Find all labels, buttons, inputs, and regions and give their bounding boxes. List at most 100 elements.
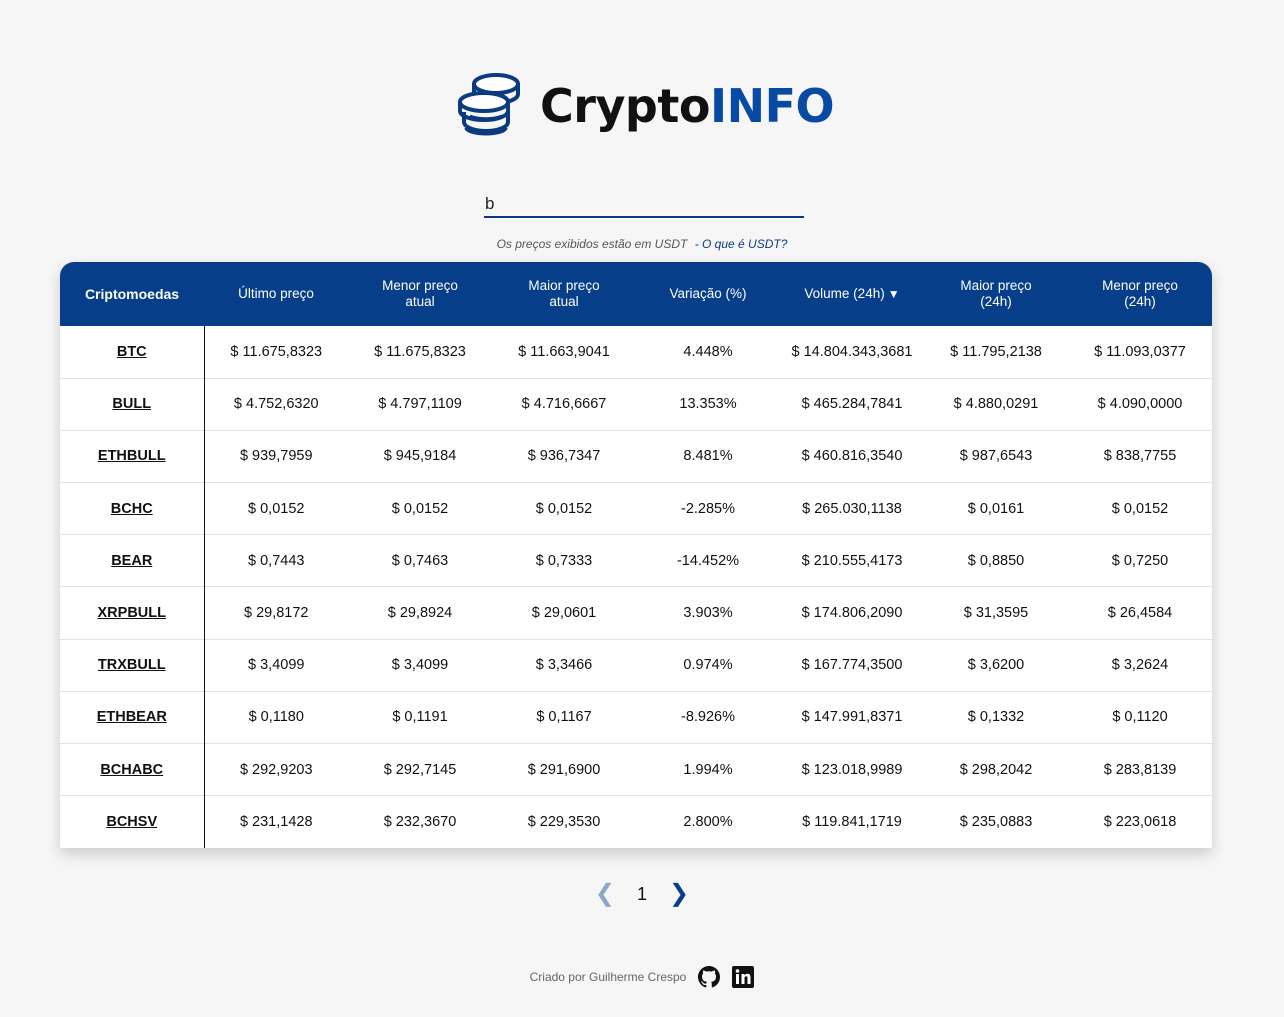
currency-note-text: Os preços exibidos estão em USDT [496,237,688,251]
github-icon[interactable] [698,966,721,988]
cell-high-current: $ 229,3530 [527,814,601,831]
cell-last-price: $ 0,0152 [248,500,305,517]
cell-high-24h: $ 298,2042 [959,761,1033,778]
header-label-line2: atual [549,294,579,309]
header-label: Criptomoedas [84,286,180,302]
cell-high-24h: $ 31,3595 [963,605,1029,622]
header-high-current[interactable]: Maior preço atual [492,262,636,326]
cell-low-current: $ 0,1191 [392,709,448,726]
header-last-price[interactable]: Último preço [204,262,348,326]
pagination: ❮ 1 ❯ [0,882,1284,906]
cell-volume-24h: $ 465.284,7841 [801,396,903,413]
cell-volume-24h: $ 460.816,3540 [801,448,903,465]
cell-low-current: $ 292,7145 [383,761,457,778]
cell-low-24h: $ 0,0152 [1111,500,1169,517]
table-row: ETHBULL $ 939,7959 $ 945,9184 $ 936,7347 8.4… [60,430,1212,483]
cell-last-price: $ 0,7443 [248,552,305,569]
search-field-wrapper [484,192,804,218]
cell-volume-24h: $ 167.774,3500 [801,657,903,674]
footer-credit: Criado por Guilherme Crespo [529,970,687,984]
cell-volume-24h: $ 147.991,8371 [801,709,903,726]
cell-variation: 1.994% [683,761,733,778]
header-label: Variação (%) [669,286,747,301]
cell-volume-24h: $ 14.804.343,3681 [791,343,913,360]
cell-low-current: $ 29,8924 [387,605,453,622]
cell-variation: 0.974% [683,657,733,674]
cell-low-24h: $ 223,0618 [1103,814,1177,831]
table-header-row: Criptomoedas Último preço Menor preço atu… [60,262,1212,326]
cell-volume-24h: $ 265.030,1138 [802,500,902,517]
coin-symbol-link[interactable]: ETHBULL [60,430,205,483]
table-body: BTC $ 11.675,8323 $ 11.675,8323 $ 11.663,90… [60,326,1212,848]
current-page[interactable]: 1 [637,884,647,905]
table-row: BEAR $ 0,7443 $ 0,7463 $ 0,7333 -14.452% $ 21… [60,534,1212,587]
coin-symbol-link[interactable]: XRPBULL [60,586,205,640]
header-variation[interactable]: Variação (%) [636,262,780,326]
cell-high-current: $ 291,6900 [527,761,601,778]
cell-low-24h: $ 11.093,0377 [1094,343,1186,360]
linkedin-icon[interactable] [732,966,755,988]
coin-symbol-link[interactable]: BULL [60,378,205,431]
crypto-table-card: Criptomoedas Último preço Menor preço atu… [60,262,1212,848]
coin-symbol-link[interactable]: BCHABC [60,743,205,796]
header-volume[interactable]: Volume (24h) ▼ [780,262,924,326]
header-high-24h[interactable]: Maior preço (24h) [924,262,1068,326]
currency-note: Os preços exibidos estão em USDT - O que… [0,237,1284,251]
coin-symbol-link[interactable]: BCHC [60,482,205,535]
cell-high-current: $ 0,1167 [536,709,592,726]
coin-symbol-link[interactable]: BCHSV [60,795,205,848]
footer: Criado por Guilherme Crespo [0,966,1284,988]
header-low-24h[interactable]: Menor preço (24h) [1068,262,1212,326]
next-page-button[interactable]: ❯ [669,882,689,906]
cell-high-24h: $ 235,0883 [959,814,1033,831]
cell-low-current: $ 11.675,8323 [374,343,466,360]
cell-low-24h: $ 0,1120 [1112,709,1168,726]
usdt-info-link[interactable]: - O que é USDT? [695,237,788,251]
cell-high-24h: $ 0,0161 [967,500,1025,517]
search-input[interactable] [484,192,804,216]
cell-low-24h: $ 3,2624 [1111,657,1169,674]
app-title-part-1: Crypto [540,79,710,133]
coin-symbol-link[interactable]: BEAR [60,534,205,587]
cell-last-price: $ 231,1428 [239,814,313,831]
cell-low-current: $ 3,4099 [391,657,449,674]
app-title-part-2: INFO [709,79,835,133]
cell-high-current: $ 29,0601 [531,605,597,622]
cell-last-price: $ 29,8172 [243,605,309,622]
cell-variation: 2.800% [683,814,733,831]
cell-volume-24h: $ 119.841,1719 [802,814,902,831]
cell-high-current: $ 0,7333 [535,552,593,569]
cell-high-current: $ 4.716,6667 [521,396,607,413]
cell-high-current: $ 3,3466 [535,657,593,674]
table-row: TRXBULL $ 3,4099 $ 3,4099 $ 3,3466 0.974% $ 1… [60,639,1212,692]
cell-last-price: $ 11.675,8323 [230,343,323,360]
header-label-line2: (24h) [980,294,1012,309]
header-label-line2: atual [405,294,435,309]
table-row: XRPBULL $ 29,8172 $ 29,8924 $ 29,0601 3.903%… [60,586,1212,640]
cell-low-24h: $ 4.090,0000 [1097,396,1183,413]
cell-high-current: $ 0,0152 [535,500,593,517]
header-label: Volume (24h) [804,286,885,301]
coin-symbol-link[interactable]: TRXBULL [60,639,205,692]
header-cryptocurrency[interactable]: Criptomoedas [60,262,204,326]
coin-symbol-link[interactable]: BTC [60,326,205,379]
header-label: Último preço [238,286,314,301]
cell-high-24h: $ 0,1332 [967,709,1025,726]
cell-volume-24h: $ 174.806,2090 [801,605,903,622]
cell-low-24h: $ 283,8139 [1103,761,1177,778]
cell-high-24h: $ 11.795,2138 [950,343,1042,360]
cell-variation: -2.285% [680,500,735,517]
cell-high-24h: $ 987,6543 [959,448,1033,465]
cell-last-price: $ 3,4099 [248,657,305,674]
cell-high-24h: $ 0,8850 [967,552,1025,569]
cell-high-current: $ 11.663,9041 [518,343,610,360]
cell-low-current: $ 0,7463 [391,552,449,569]
cell-last-price: $ 939,7959 [239,448,313,465]
header-low-current[interactable]: Menor preço atual [348,262,492,326]
prev-page-button[interactable]: ❮ [595,882,615,906]
coin-symbol-link[interactable]: ETHBEAR [60,691,205,744]
cell-last-price: $ 0,1180 [248,709,304,726]
table-row: BCHC $ 0,0152 $ 0,0152 $ 0,0152 -2.285% $ 265… [60,482,1212,535]
cell-low-current: $ 4.797,1109 [378,396,462,413]
table-row: BTC $ 11.675,8323 $ 11.675,8323 $ 11.663,90… [60,326,1212,379]
